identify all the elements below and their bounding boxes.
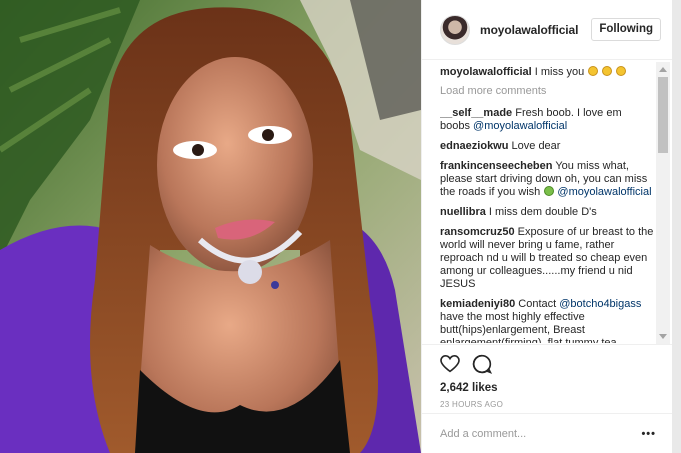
comments-scrollbar[interactable] [656, 62, 670, 344]
comment-mention[interactable]: @botcho4bigass [559, 298, 641, 310]
nauseated-face-icon [544, 186, 555, 196]
comments-list: moyolawalofficial I miss you Load more c… [440, 66, 654, 343]
following-button[interactable]: Following [591, 18, 661, 41]
sad-face-icon [602, 66, 613, 76]
comment-username[interactable]: __self__made [440, 107, 512, 119]
instagram-post-window: moyolawalofficial Following moyolawaloff… [0, 0, 681, 453]
post-photo[interactable] [0, 0, 421, 453]
comment-mention[interactable]: @moyolawalofficial [473, 120, 567, 132]
scroll-up-arrow-icon[interactable] [659, 67, 667, 72]
selfie-image [0, 0, 421, 453]
header-username[interactable]: moyolawalofficial [480, 23, 578, 37]
comment-icon[interactable] [472, 354, 492, 374]
post-actions: 2,642 likes 23 HOURS AGO [422, 344, 673, 409]
avatar[interactable] [440, 14, 470, 45]
add-comment-bar: ••• [422, 413, 673, 453]
caption: moyolawalofficial I miss you [440, 66, 654, 79]
comment-text: Contact [518, 298, 560, 310]
scroll-down-arrow-icon[interactable] [659, 334, 667, 339]
comment-text: I miss dem double D's [488, 206, 597, 218]
caption-text: I miss you [534, 66, 585, 78]
comment: ednaeziokwu Love dear [440, 140, 654, 153]
comment-text: Love dear [511, 140, 561, 152]
comment: nuellibra I miss dem double D's [440, 206, 654, 219]
comment: __self__made Fresh boob. I love em boobs… [440, 107, 654, 133]
load-more-comments-link[interactable]: Load more comments [440, 85, 654, 98]
comment: frankincenseecheben You miss what, pleas… [440, 160, 654, 199]
comment-username[interactable]: frankincenseecheben [440, 160, 553, 172]
post-sidebar: moyolawalofficial Following moyolawaloff… [421, 0, 673, 453]
more-options-icon[interactable]: ••• [641, 428, 656, 440]
weary-face-icon [588, 66, 599, 76]
action-icons [440, 353, 673, 375]
comment-text-after: have the most highly effective butt(hips… [440, 311, 617, 343]
caption-username[interactable]: moyolawalofficial [440, 66, 532, 78]
comment-username[interactable]: kemiadeniyi80 [440, 298, 515, 310]
likes-count[interactable]: 2,642 likes [440, 382, 673, 394]
comment-username[interactable]: ransomcruz50 [440, 226, 515, 238]
comment: ransomcruz50 Exposure of ur breast to th… [440, 226, 654, 291]
comment-username[interactable]: ednaeziokwu [440, 140, 508, 152]
disappointed-face-icon [616, 66, 627, 76]
scroll-thumb[interactable] [658, 77, 668, 153]
window-edge [672, 0, 681, 453]
heart-icon[interactable] [440, 355, 460, 373]
post-timestamp: 23 HOURS AGO [440, 400, 504, 409]
comment-username[interactable]: nuellibra [440, 206, 486, 218]
post-header: moyolawalofficial Following [422, 0, 673, 60]
comment: kemiadeniyi80 Contact @botcho4bigass hav… [440, 298, 654, 343]
comment-mention[interactable]: @moyolawalofficial [557, 186, 651, 198]
add-comment-input[interactable] [440, 427, 610, 440]
